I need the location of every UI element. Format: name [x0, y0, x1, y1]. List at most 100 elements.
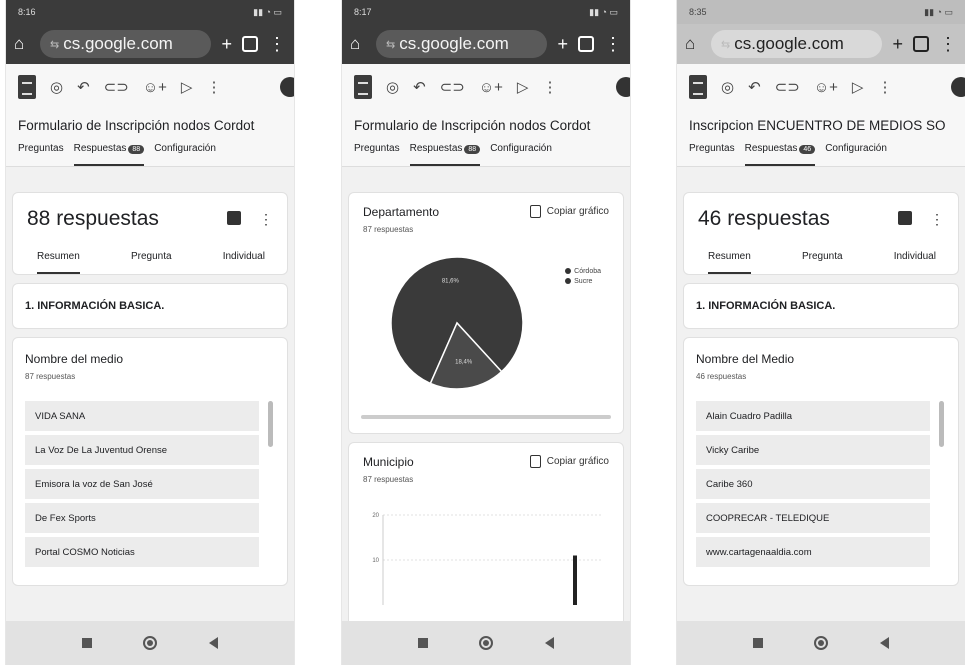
site-settings-icon[interactable]: ⇆: [50, 38, 59, 51]
send-icon[interactable]: ▷: [852, 78, 864, 96]
back-icon[interactable]: [880, 637, 890, 649]
undo-icon[interactable]: ↶: [748, 78, 761, 96]
back-icon[interactable]: [545, 637, 555, 649]
copy-chart-button[interactable]: Copiar gráfico: [529, 455, 609, 468]
subtab-pregunta[interactable]: Pregunta: [802, 251, 843, 274]
chart-response-count: 87 respuestas: [363, 475, 414, 484]
browser-menu-icon[interactable]: ⋮: [604, 34, 622, 55]
subtab-individual[interactable]: Individual: [223, 251, 265, 274]
list-item: Caribe 360: [696, 469, 930, 499]
tab-switcher-icon[interactable]: [578, 36, 594, 52]
back-icon[interactable]: [209, 637, 219, 649]
palette-icon[interactable]: ◎: [50, 78, 63, 96]
sheets-icon[interactable]: [227, 210, 241, 225]
answer-list[interactable]: Alain Cuadro Padilla Vicky Caribe Caribe…: [696, 401, 946, 567]
new-tab-icon[interactable]: +: [557, 34, 568, 55]
new-tab-icon[interactable]: +: [892, 34, 903, 55]
home-nav-icon[interactable]: [143, 636, 158, 650]
list-scrollbar[interactable]: [939, 401, 944, 447]
tab-configuracion[interactable]: Configuración: [490, 143, 552, 166]
palette-icon[interactable]: ◎: [386, 78, 399, 96]
bar[interactable]: [573, 555, 577, 606]
forms-logo-icon[interactable]: [354, 75, 372, 99]
recents-icon[interactable]: [81, 638, 92, 648]
forms-logo-icon[interactable]: [18, 75, 36, 99]
link-icon[interactable]: ⊂⊃: [440, 78, 465, 96]
address-field[interactable]: ⇆ cs.google.com: [376, 30, 548, 58]
home-icon[interactable]: ⌂: [350, 34, 366, 54]
question-title: Nombre del medio: [25, 352, 124, 366]
tab-respuestas[interactable]: Respuestas 46: [744, 143, 816, 166]
link-icon[interactable]: ⊂⊃: [104, 78, 129, 96]
more-icon[interactable]: ⋮: [877, 78, 892, 96]
sheets-icon[interactable]: [898, 210, 912, 225]
more-icon[interactable]: ⋮: [206, 78, 221, 96]
palette-icon[interactable]: ◎: [721, 78, 734, 96]
tab-switcher-icon[interactable]: [242, 36, 258, 52]
tab-respuestas[interactable]: Respuestas 88: [73, 143, 145, 166]
home-nav-icon[interactable]: [479, 636, 494, 650]
tab-preguntas[interactable]: Preguntas: [689, 143, 735, 166]
subtab-resumen[interactable]: Resumen: [708, 251, 751, 274]
more-options-icon[interactable]: ⋮: [930, 211, 944, 228]
subtab-individual[interactable]: Individual: [894, 251, 936, 274]
phone-screen-1: 8:16 ▮▮ ◔ ▭ ⌂ ⇆ cs.google.com + ⋮ ◎ ↶ ⊂⊃…: [5, 0, 295, 665]
status-icons: ▮▮ ◔ ▭: [924, 6, 953, 17]
y-tick-label: 20: [372, 513, 379, 519]
tab-preguntas[interactable]: Preguntas: [18, 143, 64, 166]
address-field[interactable]: ⇆ cs.google.com: [711, 30, 883, 58]
avatar[interactable]: [951, 77, 965, 97]
recents-icon[interactable]: [417, 638, 428, 648]
subtab-pregunta[interactable]: Pregunta: [131, 251, 172, 274]
responses-content[interactable]: 88 respuestas ⋮ Resumen Pregunta Individ…: [6, 184, 294, 621]
address-field[interactable]: ⇆ cs.google.com: [40, 30, 212, 58]
status-time: 8:16: [18, 7, 36, 17]
tab-respuestas-label: Respuestas: [73, 143, 127, 154]
list-item: Emisora la voz de San José: [25, 469, 259, 499]
tab-respuestas-label: Respuestas: [409, 143, 463, 154]
browser-menu-icon[interactable]: ⋮: [268, 34, 286, 55]
copy-chart-button[interactable]: Copiar gráfico: [529, 205, 609, 218]
form-tabs: Preguntas Respuestas 88 Configuración: [6, 137, 294, 167]
more-icon[interactable]: ⋮: [542, 78, 557, 96]
home-nav-icon[interactable]: [814, 636, 829, 650]
site-settings-icon[interactable]: ⇆: [721, 38, 730, 51]
send-icon[interactable]: ▷: [517, 78, 529, 96]
answer-list[interactable]: VIDA SANA La Voz De La Juventud Orense E…: [25, 401, 275, 567]
new-tab-icon[interactable]: +: [221, 34, 232, 55]
tab-switcher-icon[interactable]: [913, 36, 929, 52]
home-icon[interactable]: ⌂: [14, 34, 30, 54]
add-collaborator-icon[interactable]: ☺+: [479, 79, 503, 96]
summary-card: 46 respuestas ⋮ Resumen Pregunta Individ…: [683, 192, 959, 275]
undo-icon[interactable]: ↶: [77, 78, 90, 96]
list-scrollbar[interactable]: [268, 401, 273, 447]
question-card: Nombre del medio 87 respuestas VIDA SANA…: [12, 337, 288, 586]
responses-content[interactable]: Departamento 87 respuestas Copiar gráfic…: [342, 184, 630, 621]
home-icon[interactable]: ⌂: [685, 34, 701, 54]
list-item: Portal COSMO Noticias: [25, 537, 259, 567]
avatar[interactable]: [616, 77, 630, 97]
responses-content[interactable]: 46 respuestas ⋮ Resumen Pregunta Individ…: [677, 184, 965, 621]
tab-preguntas[interactable]: Preguntas: [354, 143, 400, 166]
add-collaborator-icon[interactable]: ☺+: [814, 79, 838, 96]
forms-toolbar: ◎ ↶ ⊂⊃ ☺+ ▷ ⋮: [677, 64, 965, 110]
subtab-resumen[interactable]: Resumen: [37, 251, 80, 274]
browser-menu-icon[interactable]: ⋮: [939, 34, 957, 55]
undo-icon[interactable]: ↶: [413, 78, 426, 96]
more-options-icon[interactable]: ⋮: [259, 211, 273, 228]
add-collaborator-icon[interactable]: ☺+: [143, 79, 167, 96]
tab-respuestas[interactable]: Respuestas 88: [409, 143, 481, 166]
chart-scrollbar[interactable]: [361, 415, 611, 419]
site-settings-icon[interactable]: ⇆: [386, 38, 395, 51]
responses-count-badge: 88: [128, 145, 145, 154]
recents-icon[interactable]: [752, 638, 763, 648]
link-icon[interactable]: ⊂⊃: [775, 78, 800, 96]
send-icon[interactable]: ▷: [181, 78, 193, 96]
avatar[interactable]: [280, 77, 294, 97]
forms-logo-icon[interactable]: [689, 75, 707, 99]
responses-count-badge: 88: [464, 145, 481, 154]
url-text: cs.google.com: [63, 34, 173, 53]
tab-configuracion[interactable]: Configuración: [825, 143, 887, 166]
form-title: Inscripcion ENCUENTRO DE MEDIOS SO: [677, 110, 965, 137]
tab-configuracion[interactable]: Configuración: [154, 143, 216, 166]
